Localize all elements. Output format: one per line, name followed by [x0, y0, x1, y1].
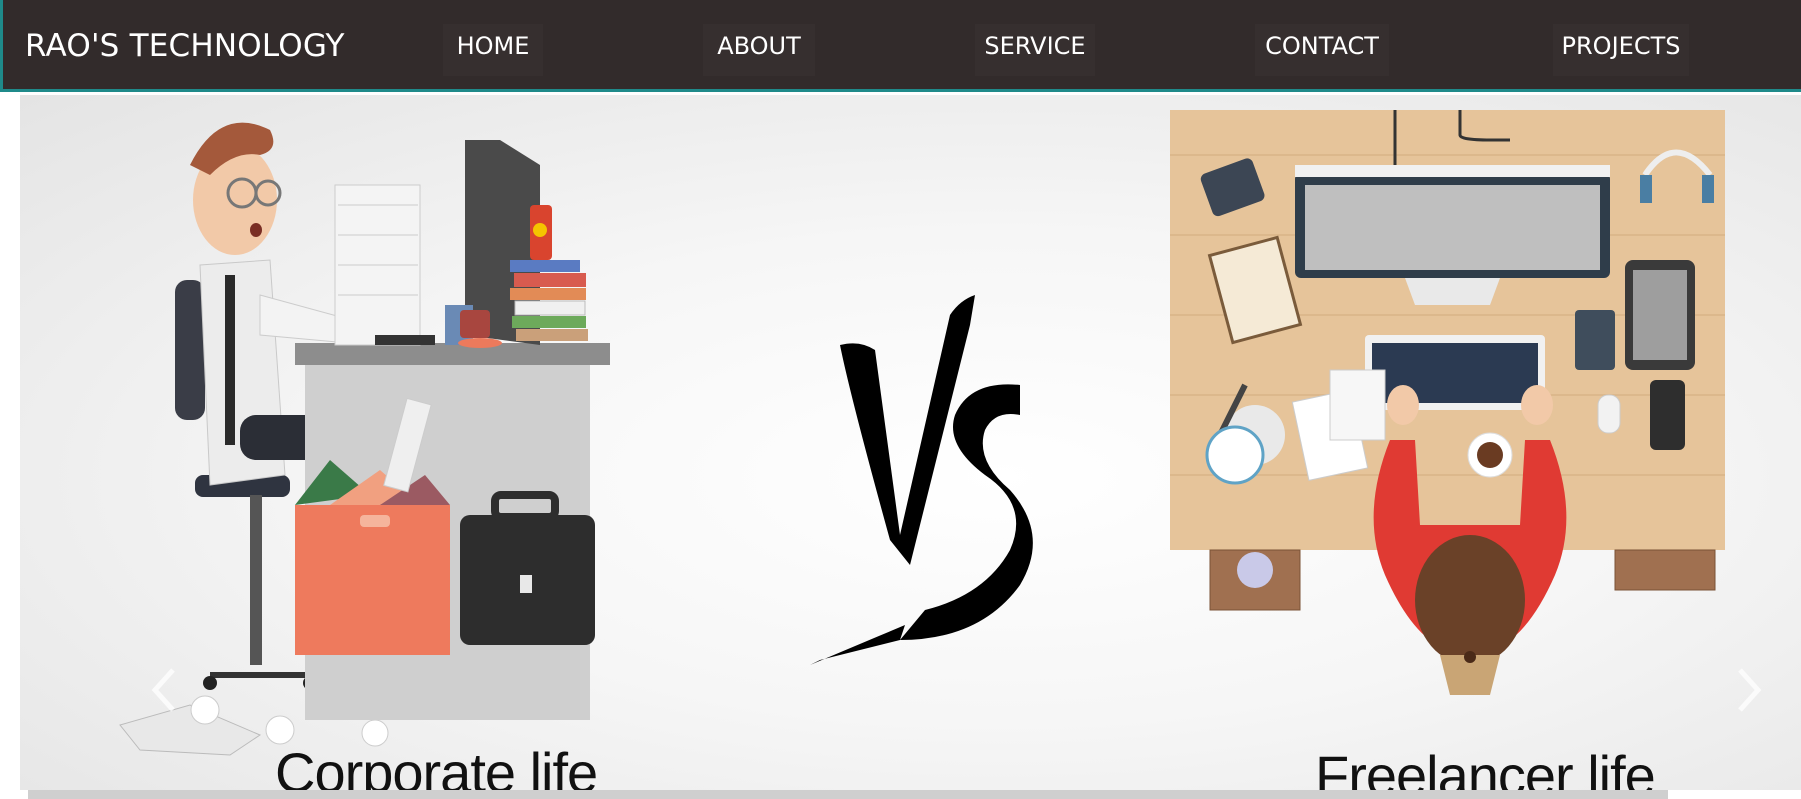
nav-item-service[interactable]: SERVICE [975, 24, 1095, 76]
horizontal-scrollbar[interactable] [28, 790, 1668, 799]
nav-item-about[interactable]: ABOUT [703, 24, 815, 76]
carousel-slide-image [119, 110, 1725, 756]
nav-item-home[interactable]: HOME [443, 24, 543, 76]
left-slide-caption: Corporate life [275, 741, 598, 790]
freelancer-illustration [1170, 110, 1725, 695]
corporate-worker-illustration [119, 122, 610, 756]
chevron-right-icon[interactable] [1728, 660, 1768, 720]
top-navbar: RAO'S TECHNOLOGY HOME ABOUT SERVICE CONT… [0, 0, 1801, 92]
chevron-left-icon[interactable] [145, 660, 185, 720]
right-slide-caption: Freelancer life [1315, 744, 1656, 790]
nav-item-contact[interactable]: CONTACT [1255, 24, 1389, 76]
nav-item-projects[interactable]: PROJECTS [1553, 24, 1689, 76]
brand-title[interactable]: RAO'S TECHNOLOGY [25, 26, 345, 66]
versus-graphic [810, 295, 1033, 665]
hero-carousel[interactable]: Corporate life Freelancer life [20, 95, 1801, 790]
